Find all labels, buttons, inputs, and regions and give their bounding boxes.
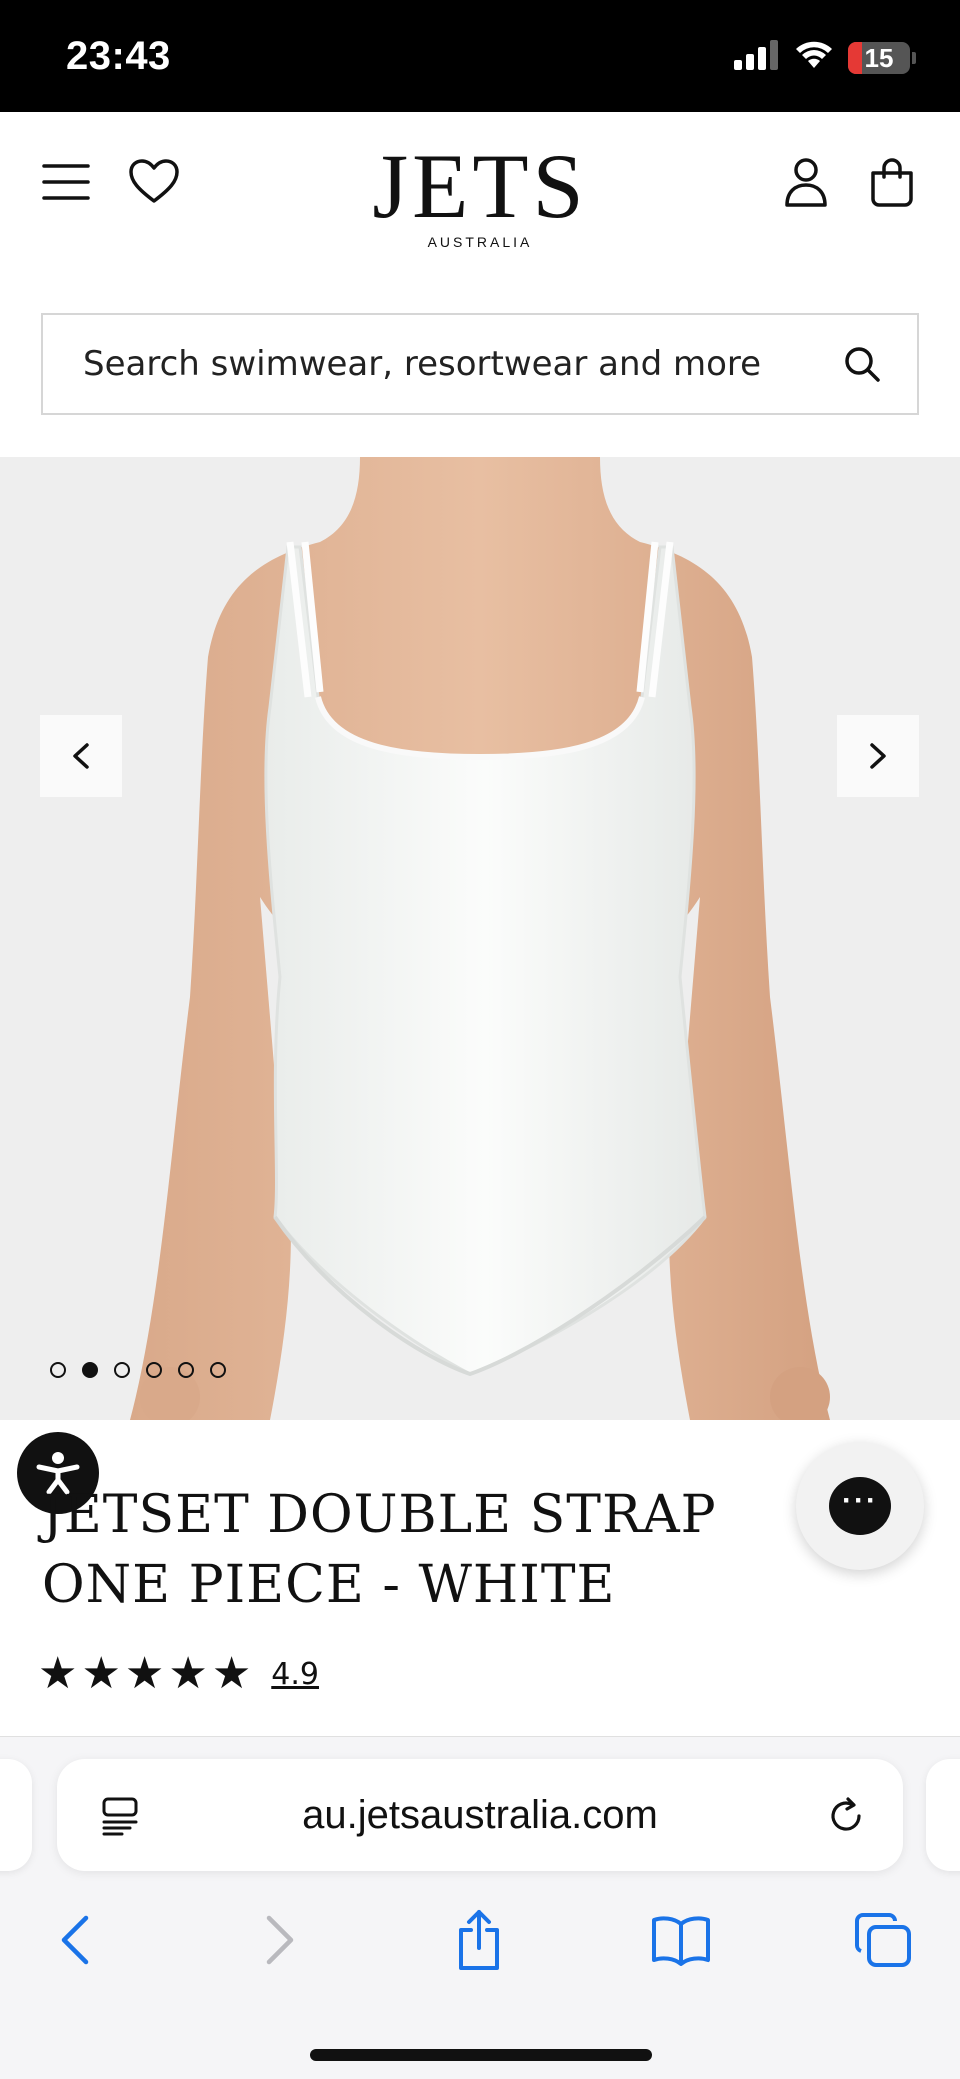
search-icon[interactable] xyxy=(837,339,887,389)
carousel-dot[interactable] xyxy=(82,1362,98,1378)
carousel-prev-button[interactable] xyxy=(40,715,122,797)
bag-icon[interactable] xyxy=(862,152,922,212)
status-icons: 15 xyxy=(734,40,916,75)
search-input[interactable] xyxy=(83,315,823,413)
product-image-carousel[interactable] xyxy=(0,457,960,1420)
browser-toolbar: au.jetsaustralia.com xyxy=(0,1736,960,2079)
carousel-dots xyxy=(50,1362,226,1378)
rating-stars: ★ ★ ★ ★ ★ xyxy=(38,1652,251,1696)
carousel-dot[interactable] xyxy=(146,1362,162,1378)
bookmarks-button[interactable] xyxy=(646,1905,716,1975)
site-header: JETS AUSTRALIA xyxy=(0,112,960,290)
battery-level: 15 xyxy=(864,42,894,73)
forward-icon xyxy=(266,1915,294,1965)
star-icon: ★ xyxy=(81,1649,121,1698)
reload-icon[interactable] xyxy=(821,1791,871,1841)
tabs-icon xyxy=(855,1913,911,1967)
product-title-line1: JETSET DOUBLE STRAP xyxy=(42,1485,717,1545)
battery-icon: 15 xyxy=(848,41,910,74)
chat-icon: ··· xyxy=(829,1477,891,1535)
bookmarks-icon xyxy=(652,1916,710,1966)
product-photo xyxy=(0,457,960,1420)
share-icon xyxy=(459,1910,499,1970)
rating-value[interactable]: 4.9 xyxy=(271,1657,319,1692)
reader-icon[interactable] xyxy=(95,1791,145,1841)
heart-icon[interactable] xyxy=(124,152,184,212)
share-button[interactable] xyxy=(444,1905,514,1975)
carousel-dot[interactable] xyxy=(50,1362,66,1378)
search-bar xyxy=(41,313,919,415)
status-bar: 23:43 15 xyxy=(0,0,960,112)
product-rating[interactable]: ★ ★ ★ ★ ★ 4.9 xyxy=(38,1652,319,1696)
logo-main: JETS xyxy=(372,135,588,237)
chat-button[interactable]: ··· xyxy=(796,1442,924,1570)
status-time: 23:43 xyxy=(66,34,171,78)
menu-icon[interactable] xyxy=(36,152,96,212)
carousel-dot[interactable] xyxy=(178,1362,194,1378)
chevron-right-icon xyxy=(870,743,886,769)
star-icon: ★ xyxy=(211,1649,252,1698)
account-icon[interactable] xyxy=(776,152,836,212)
wifi-icon xyxy=(794,40,834,75)
product-title: JETSET DOUBLE STRAP ONE PIECE - WHITE xyxy=(42,1480,762,1620)
forward-button[interactable] xyxy=(245,1905,315,1975)
site-logo[interactable]: JETS AUSTRALIA xyxy=(330,140,630,250)
previous-tab-peek[interactable] xyxy=(0,1759,32,1871)
tabs-button[interactable] xyxy=(848,1905,918,1975)
back-button[interactable] xyxy=(40,1905,110,1975)
star-icon: ★ xyxy=(168,1649,208,1698)
url-text: au.jetsaustralia.com xyxy=(302,1793,658,1837)
signal-icon xyxy=(734,40,780,75)
carousel-dot[interactable] xyxy=(114,1362,130,1378)
carousel-next-button[interactable] xyxy=(837,715,919,797)
next-tab-peek[interactable] xyxy=(926,1759,960,1871)
product-title-line2: ONE PIECE - WHITE xyxy=(42,1555,616,1615)
home-indicator xyxy=(310,2049,652,2061)
address-bar[interactable]: au.jetsaustralia.com xyxy=(57,1759,903,1871)
back-icon xyxy=(61,1915,89,1965)
carousel-dot[interactable] xyxy=(210,1362,226,1378)
chevron-left-icon xyxy=(73,743,89,769)
star-icon: ★ xyxy=(38,1649,78,1698)
star-icon: ★ xyxy=(124,1649,165,1698)
